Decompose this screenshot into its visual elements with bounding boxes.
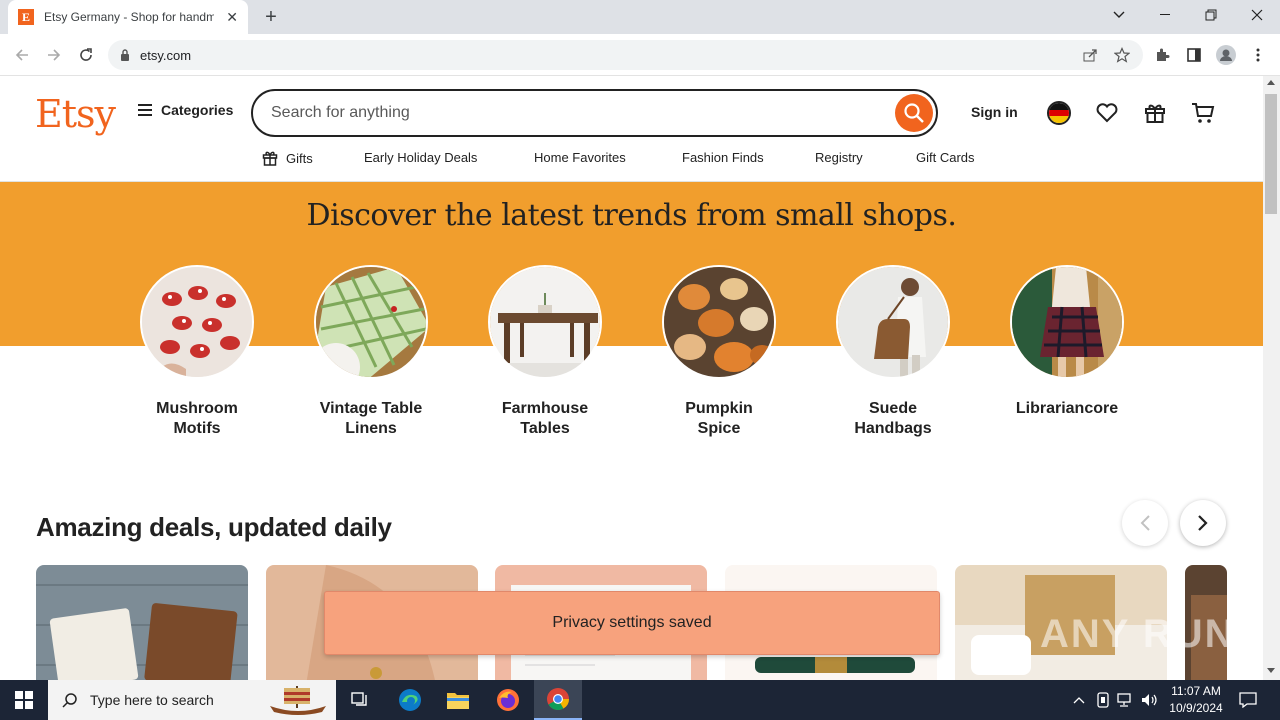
trend-label: Vintage Table Linens [319, 400, 423, 437]
tab-title: Etsy Germany - Shop for handmade [44, 10, 214, 24]
edge-browser-icon[interactable] [386, 680, 434, 720]
tab-search-chevron-icon[interactable] [1096, 0, 1142, 30]
privacy-toast: Privacy settings saved [324, 591, 940, 655]
trend-image [140, 265, 254, 379]
reload-icon[interactable] [74, 43, 98, 67]
minimize-button[interactable] [1142, 0, 1188, 30]
search-bar [251, 89, 938, 137]
subnav-item-early-holiday-deals[interactable]: Early Holiday Deals [364, 150, 477, 165]
windows-logo-icon [15, 691, 33, 709]
deals-section-title: Amazing deals, updated daily [36, 512, 392, 542]
toast-message: Privacy settings saved [552, 614, 712, 631]
trend-image [836, 265, 950, 379]
tray-chevron-up-icon[interactable] [1066, 680, 1092, 720]
gift-icon [262, 151, 278, 166]
etsy-logo[interactable]: Etsy [35, 92, 116, 136]
trend-image [314, 265, 428, 379]
browser-tabstrip: E Etsy Germany - Shop for handmade ✕ + [0, 0, 1280, 34]
trend-label: Librariancore [1015, 400, 1119, 417]
subnav-item-gift-cards[interactable]: Gift Cards [916, 150, 975, 165]
trend-farmhouse-tables[interactable]: Farmhouse Tables [488, 265, 602, 439]
trend-librariancore[interactable]: Librariancore [1010, 265, 1124, 419]
taskbar-search-placeholder: Type here to search [90, 692, 214, 708]
etsy-favicon: E [18, 9, 34, 25]
scroll-down-arrow-icon[interactable] [1267, 668, 1275, 673]
hamburger-icon [138, 104, 152, 116]
subnav-item-home-favorites[interactable]: Home Favorites [534, 150, 626, 165]
chevron-left-icon [1140, 515, 1150, 531]
bookmark-star-icon[interactable] [1112, 45, 1132, 65]
tray-network-icon[interactable] [1114, 680, 1138, 720]
chrome-taskbar-icon[interactable] [534, 680, 582, 720]
tray-device-icon[interactable] [1092, 680, 1114, 720]
taskbar-search-box[interactable]: Type here to search [48, 680, 336, 720]
taskbar-clock[interactable]: 11:07 AM 10/9/2024 [1164, 683, 1228, 717]
trend-pumpkin-spice[interactable]: Pumpkin Spice [662, 265, 776, 439]
trend-label: Mushroom Motifs [156, 400, 238, 437]
tray-volume-icon[interactable] [1138, 680, 1162, 720]
clock-time: 11:07 AM [1171, 684, 1221, 698]
extensions-puzzle-icon[interactable] [1152, 45, 1172, 65]
page-scrollbar[interactable] [1263, 76, 1280, 680]
address-bar[interactable]: etsy.com [108, 40, 1143, 70]
subnav-item-gifts[interactable]: Gifts [262, 150, 313, 166]
chevron-right-icon [1198, 515, 1208, 531]
cart-icon[interactable] [1190, 100, 1216, 126]
notifications-icon[interactable] [1234, 680, 1262, 720]
carousel-prev-button[interactable] [1122, 500, 1168, 546]
file-explorer-icon[interactable] [434, 680, 482, 720]
url-text: etsy.com [140, 47, 192, 63]
chrome-menu-icon[interactable] [1248, 45, 1268, 65]
firefox-icon[interactable] [484, 680, 532, 720]
start-button[interactable] [0, 680, 48, 720]
side-panel-icon[interactable] [1184, 45, 1204, 65]
trend-mushroom-motifs[interactable]: Mushroom Motifs [140, 265, 254, 439]
gift-icon[interactable] [1142, 100, 1168, 126]
trend-label: Suede Handbags [854, 400, 932, 437]
browser-toolbar: etsy.com [0, 34, 1280, 76]
trend-label: Pumpkin Spice [685, 400, 753, 437]
subnav-label: Gifts [286, 150, 313, 166]
subnav-item-registry[interactable]: Registry [815, 150, 863, 165]
trend-suede-handbags[interactable]: Suede Handbags [836, 265, 950, 439]
subnav-item-fashion-finds[interactable]: Fashion Finds [682, 150, 764, 165]
forward-icon[interactable] [42, 43, 66, 67]
browser-tab-etsy[interactable]: E Etsy Germany - Shop for handmade ✕ [8, 0, 248, 34]
clock-date: 10/9/2024 [1169, 701, 1223, 715]
share-icon[interactable] [1080, 45, 1100, 65]
search-icon [62, 693, 77, 708]
subnav: Gifts Early Holiday Deals Home Favorites… [0, 148, 1263, 170]
trend-label: Farmhouse Tables [501, 400, 589, 437]
trend-image [488, 265, 602, 379]
viking-ship-icon [270, 686, 326, 715]
trend-image [662, 265, 776, 379]
deal-card[interactable] [36, 565, 248, 685]
search-input[interactable] [271, 104, 871, 122]
favorites-heart-icon[interactable] [1094, 100, 1120, 126]
search-button[interactable] [895, 94, 933, 132]
restore-button[interactable] [1188, 0, 1234, 30]
search-icon [904, 103, 924, 123]
close-window-button[interactable] [1234, 0, 1280, 30]
trend-vintage-table-linens[interactable]: Vintage Table Linens [314, 265, 428, 439]
anyrun-watermark: ANY RUN [1040, 612, 1236, 656]
hero-title: Discover the latest trends from small sh… [306, 198, 957, 233]
back-icon[interactable] [10, 43, 34, 67]
windows-taskbar: Type here to search 11:07 AM 10/9/2024 [0, 680, 1280, 720]
lock-icon [121, 49, 129, 61]
country-flag-icon[interactable] [1046, 100, 1072, 126]
tab-close-icon[interactable]: ✕ [226, 9, 238, 26]
trend-image [1010, 265, 1124, 379]
carousel-next-button[interactable] [1180, 500, 1226, 546]
categories-label: Categories [161, 102, 234, 118]
new-tab-button[interactable]: + [260, 6, 282, 28]
profile-avatar-icon[interactable] [1216, 45, 1236, 65]
sign-in-link[interactable]: Sign in [971, 104, 1018, 120]
scroll-thumb[interactable] [1265, 94, 1277, 214]
categories-button[interactable]: Categories [138, 102, 233, 118]
task-view-icon[interactable] [336, 680, 384, 720]
scroll-up-arrow-icon[interactable] [1267, 80, 1275, 85]
